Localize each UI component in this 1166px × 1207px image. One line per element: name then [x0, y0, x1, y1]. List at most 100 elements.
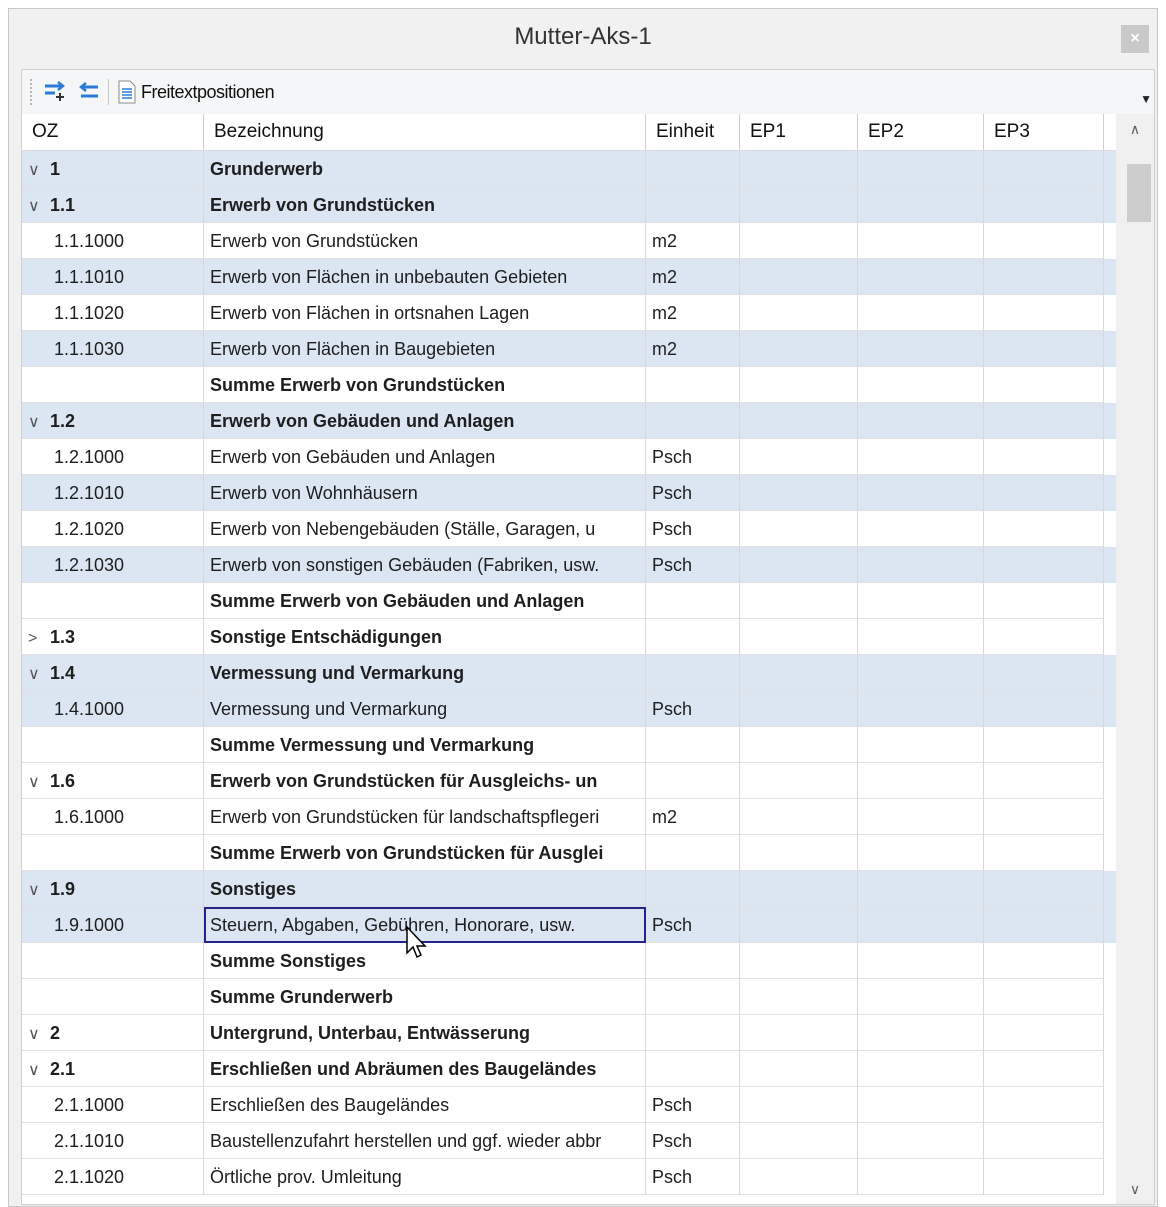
cell-einheit[interactable]	[646, 727, 740, 763]
cell-ep2[interactable]	[858, 223, 984, 259]
cell-ep2[interactable]	[858, 619, 984, 655]
table-row[interactable]: ∨ 1.9 Sonstiges	[22, 871, 1116, 907]
cell-oz[interactable]	[22, 727, 204, 763]
cell-ep1[interactable]	[740, 403, 858, 439]
cell-ep3[interactable]	[984, 907, 1104, 943]
close-button[interactable]: ×	[1121, 25, 1149, 53]
cell-einheit[interactable]: Psch	[646, 439, 740, 475]
table-row[interactable]: >1.3 Sonstige Entschädigungen	[22, 619, 1116, 655]
cell-bezeichnung[interactable]: Erschließen des Baugeländes	[204, 1087, 646, 1123]
cell-oz[interactable]	[22, 979, 204, 1015]
cell-ep3[interactable]	[984, 799, 1104, 835]
cell-ep2[interactable]	[858, 475, 984, 511]
cell-bezeichnung[interactable]: Baustellenzufahrt herstellen und ggf. wi…	[204, 1123, 646, 1159]
cell-ep1[interactable]	[740, 475, 858, 511]
cell-ep1[interactable]	[740, 799, 858, 835]
cell-einheit[interactable]: m2	[646, 295, 740, 331]
expand-chevron-icon[interactable]: >	[28, 621, 50, 654]
cell-bezeichnung[interactable]: Vermessung und Vermarkung	[204, 655, 646, 691]
cell-einheit[interactable]	[646, 1015, 740, 1051]
cell-einheit[interactable]	[646, 655, 740, 691]
cell-einheit[interactable]	[646, 367, 740, 403]
cell-einheit[interactable]	[646, 403, 740, 439]
cell-ep2[interactable]	[858, 151, 984, 187]
cell-einheit[interactable]: Psch	[646, 907, 740, 943]
cell-bezeichnung[interactable]: Summe Grunderwerb	[204, 979, 646, 1015]
cell-ep3[interactable]	[984, 871, 1104, 907]
cell-oz[interactable]	[22, 835, 204, 871]
cell-oz[interactable]: 1.2.1010	[22, 475, 204, 511]
toolbar-grip[interactable]	[30, 79, 36, 105]
cell-ep1[interactable]	[740, 907, 858, 943]
cell-einheit[interactable]	[646, 835, 740, 871]
cell-oz[interactable]: 2.1.1010	[22, 1123, 204, 1159]
cell-oz[interactable]: ∨ 2	[22, 1015, 204, 1051]
cell-oz[interactable]: 1.4.1000	[22, 691, 204, 727]
table-row[interactable]: 1.2.1030 Erwerb von sonstigen Gebäuden (F…	[22, 547, 1116, 583]
cell-ep3[interactable]	[984, 331, 1104, 367]
cell-ep3[interactable]	[984, 979, 1104, 1015]
cell-ep3[interactable]	[984, 511, 1104, 547]
cell-ep3[interactable]	[984, 1087, 1104, 1123]
table-row[interactable]: 1.2.1010 Erwerb von Wohnhäusern Psch	[22, 475, 1116, 511]
cell-ep2[interactable]	[858, 943, 984, 979]
cell-ep2[interactable]	[858, 1051, 984, 1087]
table-row[interactable]: ∨ 1.6 Erwerb von Grundstücken für Ausgleic…	[22, 763, 1116, 799]
cell-ep3[interactable]	[984, 763, 1104, 799]
table-row[interactable]: Summe Erwerb von Grundstücken	[22, 367, 1116, 403]
cell-bezeichnung[interactable]: Sonstige Entschädigungen	[204, 619, 646, 655]
cell-ep3[interactable]	[984, 1123, 1104, 1159]
cell-ep2[interactable]	[858, 907, 984, 943]
cell-ep3[interactable]	[984, 439, 1104, 475]
freitext-button[interactable]: Freitextpositionen	[117, 76, 275, 108]
cell-oz[interactable]	[22, 943, 204, 979]
cell-oz[interactable]: 1.1.1000	[22, 223, 204, 259]
table-row[interactable]: Summe Erwerb von Grundstücken für Ausgle…	[22, 835, 1116, 871]
cell-bezeichnung[interactable]: Erwerb von Gebäuden und Anlagen	[204, 439, 646, 475]
cell-ep1[interactable]	[740, 511, 858, 547]
cell-oz[interactable]: ∨ 1.4	[22, 655, 204, 691]
cell-ep1[interactable]	[740, 655, 858, 691]
cell-ep3[interactable]	[984, 1051, 1104, 1087]
cell-bezeichnung[interactable]: Erwerb von Flächen in ortsnahen Lagen	[204, 295, 646, 331]
cell-bezeichnung[interactable]: Erwerb von Flächen in unbebauten Gebiete…	[204, 259, 646, 295]
cell-ep3[interactable]	[984, 187, 1104, 223]
table-row[interactable]: 1.2.1000 Erwerb von Gebäuden und Anlagen P…	[22, 439, 1116, 475]
table-row[interactable]: ∨ 1.1 Erwerb von Grundstücken	[22, 187, 1116, 223]
cell-bezeichnung[interactable]: Örtliche prov. Umleitung	[204, 1159, 646, 1195]
collapse-chevron-icon[interactable]: ∨	[28, 405, 50, 438]
table-row[interactable]: ∨ 2.1 Erschließen und Abräumen des Baugelä…	[22, 1051, 1116, 1087]
cell-bezeichnung[interactable]: Erwerb von Gebäuden und Anlagen	[204, 403, 646, 439]
cell-ep1[interactable]	[740, 547, 858, 583]
cell-oz[interactable]: >1.3	[22, 619, 204, 655]
column-header-ep2[interactable]: EP2	[858, 114, 984, 150]
cell-bezeichnung[interactable]: Erwerb von sonstigen Gebäuden (Fabriken,…	[204, 547, 646, 583]
cell-ep2[interactable]	[858, 1123, 984, 1159]
column-header-einheit[interactable]: Einheit	[646, 114, 740, 150]
cell-ep1[interactable]	[740, 763, 858, 799]
indent-button[interactable]	[42, 76, 68, 108]
cell-oz[interactable]	[22, 583, 204, 619]
cell-ep3[interactable]	[984, 295, 1104, 331]
collapse-chevron-icon[interactable]: ∨	[28, 765, 50, 798]
cell-ep3[interactable]	[984, 727, 1104, 763]
cell-ep1[interactable]	[740, 727, 858, 763]
cell-oz[interactable]: 1.1.1010	[22, 259, 204, 295]
cell-oz[interactable]: ∨ 1.9	[22, 871, 204, 907]
cell-ep2[interactable]	[858, 1015, 984, 1051]
cell-oz[interactable]: ∨ 1.6	[22, 763, 204, 799]
table-row[interactable]: 2.1.1010 Baustellenzufahrt herstellen und…	[22, 1123, 1116, 1159]
cell-ep2[interactable]	[858, 1087, 984, 1123]
table-row[interactable]: Summe Vermessung und Vermarkung	[22, 727, 1116, 763]
cell-ep1[interactable]	[740, 691, 858, 727]
cell-oz[interactable]: ∨ 1.1	[22, 187, 204, 223]
cell-ep3[interactable]	[984, 835, 1104, 871]
cell-ep3[interactable]	[984, 1015, 1104, 1051]
cell-bezeichnung[interactable]: Erwerb von Grundstücken	[204, 187, 646, 223]
cell-oz[interactable]: 1.1.1020	[22, 295, 204, 331]
cell-ep3[interactable]	[984, 475, 1104, 511]
cell-einheit[interactable]: Psch	[646, 547, 740, 583]
cell-ep3[interactable]	[984, 583, 1104, 619]
collapse-chevron-icon[interactable]: ∨	[28, 657, 50, 690]
cell-einheit[interactable]: Psch	[646, 691, 740, 727]
